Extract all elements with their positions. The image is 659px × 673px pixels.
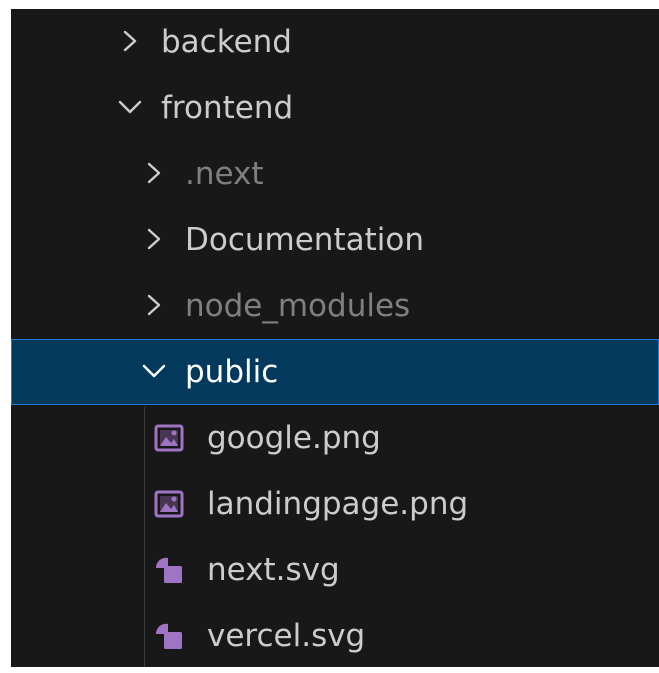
tree-item-landingpage-png[interactable]: landingpage.png	[11, 471, 659, 537]
tree-item-node-modules[interactable]: node_modules	[11, 273, 659, 339]
tree-item-public[interactable]: public	[11, 339, 659, 405]
tree-item-label: backend	[161, 24, 292, 60]
tree-item-next-folder[interactable]: .next	[11, 141, 659, 207]
file-tree: backend frontend .next Documentation nod…	[11, 9, 659, 667]
tree-item-label: Documentation	[185, 222, 424, 258]
image-icon	[153, 489, 185, 519]
chevron-right-icon[interactable]	[139, 224, 169, 254]
chevron-right-icon[interactable]	[139, 158, 169, 188]
image-icon	[153, 423, 185, 453]
chevron-right-icon[interactable]	[115, 26, 145, 56]
tree-item-label: next.svg	[207, 552, 340, 588]
tree-item-google-png[interactable]: google.png	[11, 405, 659, 471]
tree-item-label: landingpage.png	[207, 486, 469, 522]
tree-item-label: node_modules	[185, 288, 411, 324]
chevron-down-icon[interactable]	[139, 356, 169, 386]
tree-item-label: frontend	[161, 90, 294, 126]
chevron-right-icon[interactable]	[139, 290, 169, 320]
tree-item-documentation[interactable]: Documentation	[11, 207, 659, 273]
tree-item-label: public	[185, 354, 279, 390]
tree-item-label: vercel.svg	[207, 618, 366, 654]
tree-item-frontend[interactable]: frontend	[11, 75, 659, 141]
chevron-down-icon[interactable]	[115, 92, 145, 122]
svg-shapes-icon	[153, 621, 185, 651]
tree-item-next-svg[interactable]: next.svg	[11, 537, 659, 603]
tree-item-vercel-svg[interactable]: vercel.svg	[11, 603, 659, 667]
tree-item-backend[interactable]: backend	[11, 9, 659, 75]
tree-item-label: .next	[185, 156, 264, 192]
explorer-panel: backend frontend .next Documentation nod…	[11, 9, 659, 667]
tree-item-label: google.png	[207, 420, 381, 456]
svg-shapes-icon	[153, 555, 185, 585]
